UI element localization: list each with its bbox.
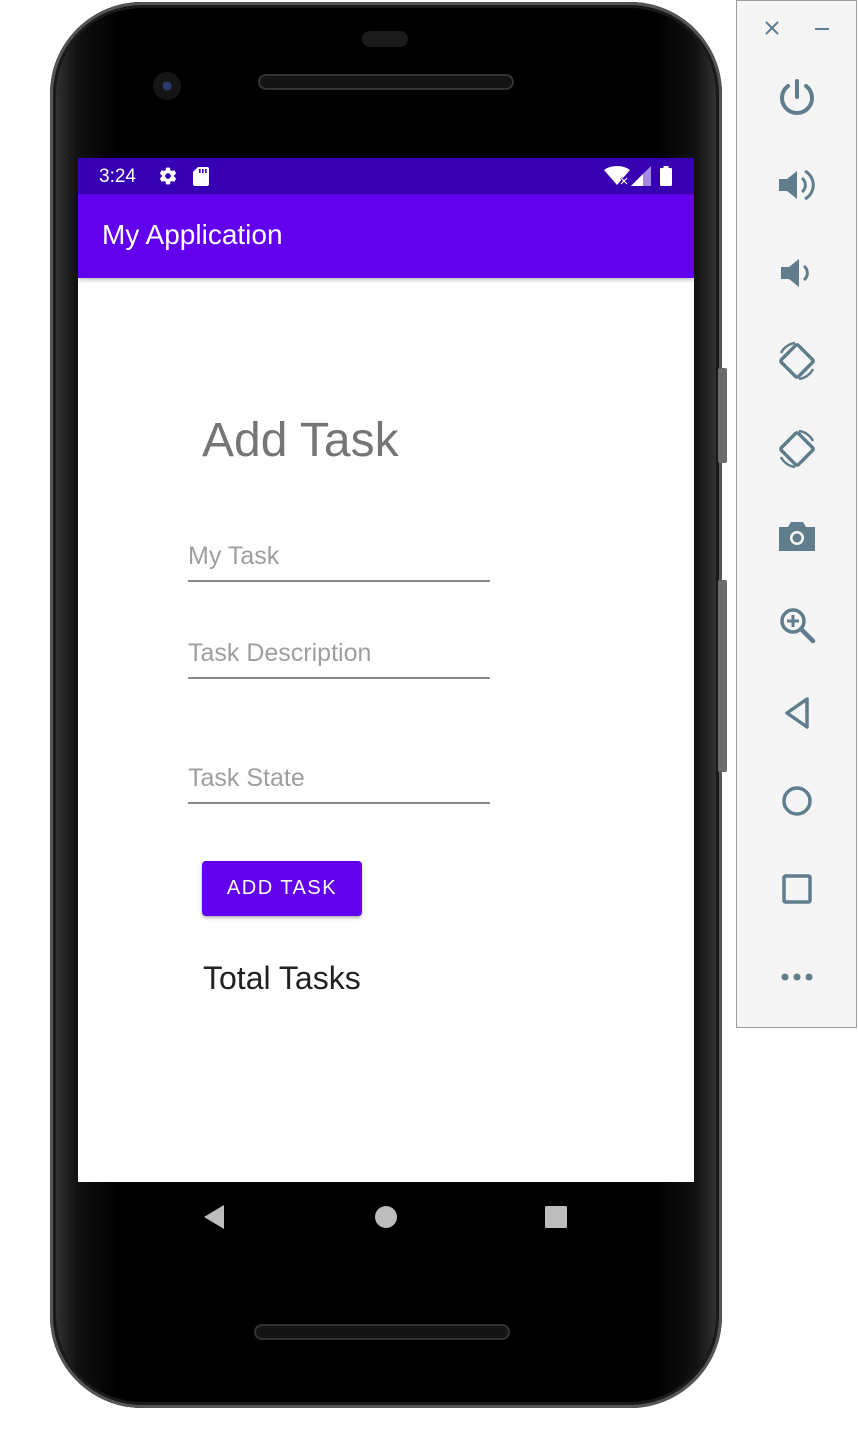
home-icon[interactable] xyxy=(374,1204,398,1230)
back-icon[interactable] xyxy=(775,691,819,735)
phone-side-button-upper xyxy=(718,368,727,463)
bottom-speaker xyxy=(254,1324,510,1340)
add-task-button[interactable]: ADD TASK xyxy=(202,861,362,916)
battery-icon xyxy=(660,166,672,186)
system-nav-bar xyxy=(78,1182,694,1254)
total-tasks-label: Total Tasks xyxy=(203,960,361,996)
page-title: Add Task xyxy=(202,414,399,467)
emulator-toolbar xyxy=(736,0,857,1028)
status-bar: 3:24 xyxy=(78,158,694,194)
zoom-icon[interactable] xyxy=(775,603,819,647)
volume-up-icon[interactable] xyxy=(775,163,819,207)
home-icon[interactable] xyxy=(775,779,819,823)
task-state-field[interactable] xyxy=(188,758,490,804)
close-icon[interactable] xyxy=(763,19,781,37)
app-title: My Application xyxy=(102,219,283,250)
task-name-field[interactable] xyxy=(188,536,490,582)
device-screen: 3:24 My Application Add Task My Task Tas… xyxy=(78,158,694,1182)
task-state-input[interactable] xyxy=(188,758,490,798)
earpiece-speaker xyxy=(258,74,514,90)
task-description-input[interactable] xyxy=(188,633,490,673)
task-description-field[interactable] xyxy=(188,633,490,679)
volume-down-icon[interactable] xyxy=(775,251,819,295)
recents-icon[interactable] xyxy=(544,1204,568,1230)
rotate-right-icon[interactable] xyxy=(775,427,819,471)
front-camera xyxy=(153,72,181,100)
rotate-left-icon[interactable] xyxy=(775,339,819,383)
settings-icon xyxy=(159,167,177,185)
power-icon[interactable] xyxy=(775,75,819,119)
minimize-icon[interactable] xyxy=(813,19,831,37)
back-icon[interactable] xyxy=(202,1204,226,1230)
task-name-input[interactable] xyxy=(188,536,490,576)
more-icon[interactable] xyxy=(775,955,819,999)
phone-side-button-lower xyxy=(718,580,727,772)
sd-card-icon xyxy=(193,167,209,186)
proximity-sensor xyxy=(362,31,408,47)
app-bar: My Application xyxy=(78,194,694,278)
overview-icon[interactable] xyxy=(775,867,819,911)
camera-icon[interactable] xyxy=(775,515,819,559)
status-time: 3:24 xyxy=(99,166,136,187)
signal-icon xyxy=(631,166,651,186)
wifi-icon xyxy=(604,166,630,185)
